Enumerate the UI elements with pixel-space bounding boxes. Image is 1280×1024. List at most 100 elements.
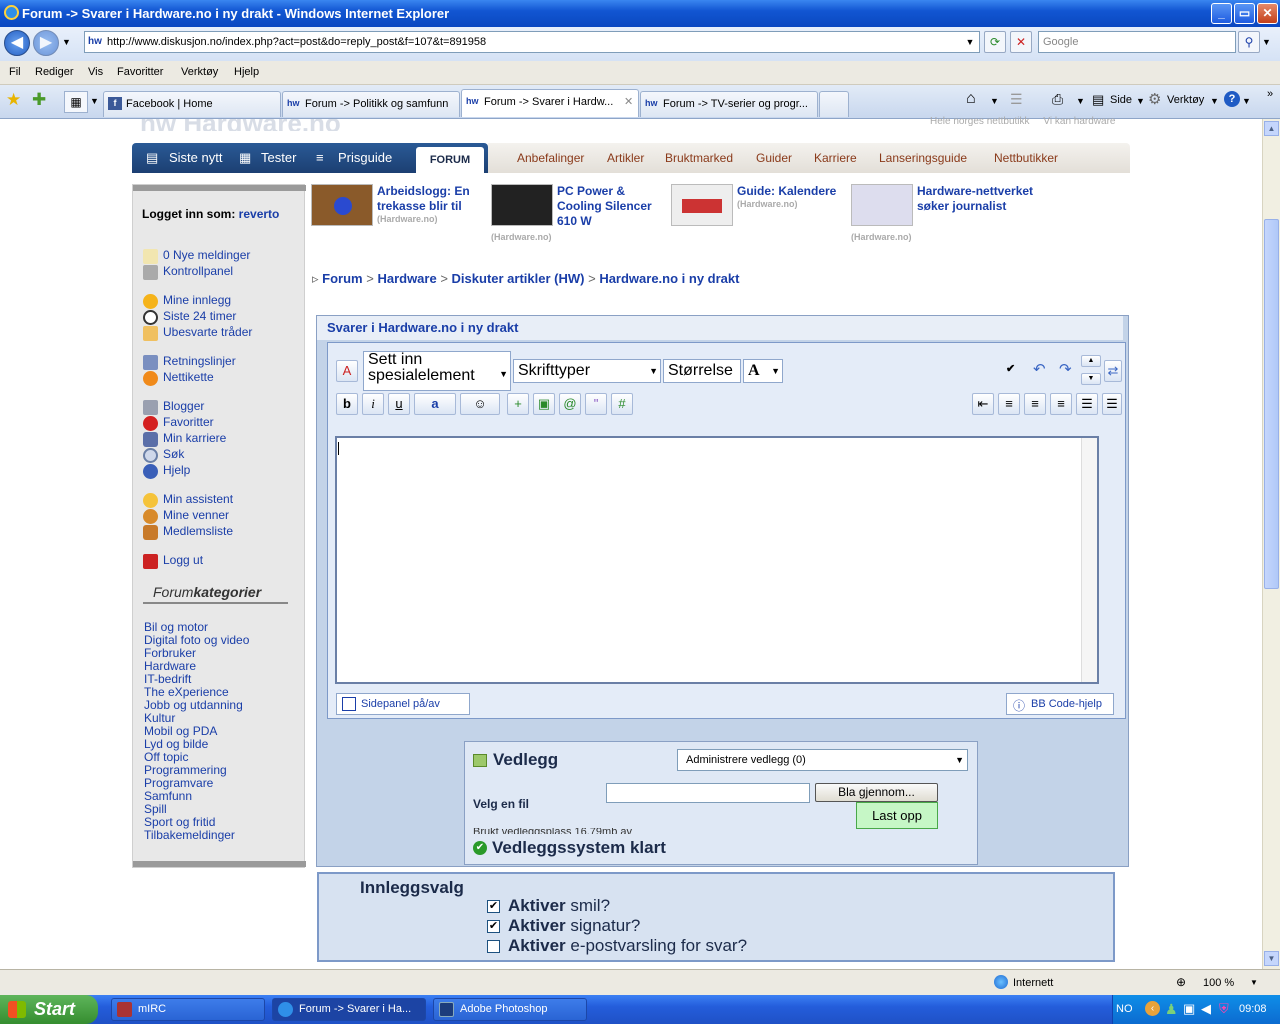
tools-dropdown-icon[interactable]: ▼ <box>1210 96 1219 106</box>
stop-button[interactable]: ✕ <box>1010 31 1032 53</box>
page-dropdown-icon[interactable]: ▼ <box>1136 96 1145 106</box>
message-textarea[interactable] <box>335 436 1099 684</box>
bold-icon[interactable]: b <box>336 393 358 415</box>
enable-signature-checkbox[interactable]: ✔ <box>487 920 500 933</box>
print-dropdown-icon[interactable]: ▼ <box>1076 96 1085 106</box>
category-link[interactable]: Samfunn <box>144 789 192 803</box>
size-select[interactable]: Størrelse <box>663 359 741 383</box>
news-thumbnail[interactable] <box>491 184 553 226</box>
quick-tabs-icon[interactable]: ▦ <box>64 91 88 113</box>
category-link[interactable]: Sport og fritid <box>144 815 215 829</box>
category-link[interactable]: Off topic <box>144 750 188 764</box>
toggle-mode-icon[interactable]: ⇄ <box>1104 360 1122 382</box>
quote-icon[interactable]: " <box>585 393 607 415</box>
spellcheck-icon[interactable]: ✔ <box>1006 362 1015 375</box>
nav-forum-active[interactable]: FORUM <box>416 147 484 173</box>
nav-artikler[interactable]: Artikler <box>607 151 644 165</box>
network-icon[interactable]: ▣ <box>1183 1001 1195 1017</box>
special-element-select[interactable]: Sett inn spesialelement ▼ <box>363 351 511 391</box>
menu-view[interactable]: Vis <box>88 66 103 78</box>
breadcrumb-thread[interactable]: Hardware.no i ny drakt <box>599 271 739 286</box>
nav-nettbutikker[interactable]: Nettbutikker <box>994 151 1058 165</box>
search-options-icon[interactable]: ▼ <box>1262 37 1271 47</box>
refresh-button[interactable]: ⟳ <box>984 31 1006 53</box>
page-menu[interactable]: Side <box>1110 94 1132 106</box>
category-link[interactable]: The eXperience <box>144 685 229 699</box>
scroll-down-icon[interactable]: ▼ <box>1264 951 1279 966</box>
category-link[interactable]: Lyd og bilde <box>144 737 208 751</box>
nav-prisguide[interactable]: Prisguide <box>338 150 392 165</box>
browse-button[interactable]: Bla gjennom... <box>815 783 938 802</box>
category-link[interactable]: Forbruker <box>144 646 196 660</box>
new-tab-button[interactable] <box>819 91 849 117</box>
add-favorite-icon[interactable]: ✚ <box>32 90 46 110</box>
menu-file[interactable]: Fil <box>9 66 21 78</box>
sidebar-netiquette[interactable]: Nettikette <box>163 370 214 384</box>
sidebar-assistant[interactable]: Min assistent <box>163 492 233 506</box>
nav-lanseringsguide[interactable]: Lanseringsguide <box>879 151 967 165</box>
volume-icon[interactable]: ◀ <box>1201 1001 1211 1017</box>
bullet-list-icon[interactable]: ☰ <box>1102 393 1122 415</box>
task-photoshop[interactable]: Adobe Photoshop <box>433 998 587 1021</box>
align-right-icon[interactable]: ≡ <box>1050 393 1072 415</box>
align-left-icon[interactable]: ≡ <box>998 393 1020 415</box>
manage-attachments-select[interactable]: Administrere vedlegg (0) ▼ <box>677 749 968 771</box>
address-bar[interactable]: hw http://www.diskusjon.no/index.php?act… <box>84 31 980 53</box>
sidebar-blogs[interactable]: Blogger <box>163 399 204 413</box>
sidebar-favorites[interactable]: Favoritter <box>163 415 214 429</box>
category-link[interactable]: Digital foto og video <box>144 633 249 647</box>
sidebar-my-posts[interactable]: Mine innlegg <box>163 293 231 307</box>
tab-facebook[interactable]: f Facebook | Home <box>103 91 281 117</box>
scroll-thumb[interactable] <box>1264 219 1279 589</box>
security-zone[interactable]: Internett <box>1013 977 1053 989</box>
zoom-level[interactable]: 100 % <box>1203 977 1234 989</box>
vertical-scrollbar[interactable]: ▲ ▼ <box>1262 119 1280 969</box>
news-title-link[interactable]: Arbeidslogg: En trekasse blir til <box>377 184 485 214</box>
text-color-select[interactable]: A ▼ <box>743 359 783 383</box>
more-chevron-icon[interactable]: » <box>1267 88 1273 100</box>
category-link[interactable]: Programvare <box>144 776 213 790</box>
enable-email-notify-checkbox[interactable] <box>487 940 500 953</box>
home-dropdown-icon[interactable]: ▼ <box>990 96 999 106</box>
print-icon[interactable]: ⎙ <box>1052 91 1063 108</box>
back-button[interactable]: ◀ <box>4 30 30 56</box>
news-thumbnail[interactable] <box>311 184 373 226</box>
category-link[interactable]: Spill <box>144 802 167 816</box>
category-link[interactable]: Hardware <box>144 659 196 673</box>
task-mirc[interactable]: mIRC <box>111 998 265 1021</box>
outdent-icon[interactable]: ⇤ <box>972 393 994 415</box>
sidebar-search[interactable]: Søk <box>163 447 184 461</box>
messenger-icon[interactable]: ♟ <box>1165 1001 1178 1018</box>
address-dropdown-icon[interactable]: ▼ <box>962 32 978 52</box>
numbered-list-icon[interactable]: ☰ <box>1076 393 1098 415</box>
sidebar-new-messages[interactable]: 0 Nye meldinger <box>163 248 250 262</box>
breadcrumb-diskuter[interactable]: Diskuter artikler (HW) <box>452 271 585 286</box>
zoom-dropdown-icon[interactable]: ▼ <box>1250 978 1258 987</box>
search-input[interactable]: Google <box>1038 31 1236 53</box>
highlight-icon[interactable]: a <box>414 393 456 415</box>
close-button[interactable]: ✕ <box>1257 3 1278 24</box>
insert-image-icon[interactable]: ▣ <box>533 393 555 415</box>
forward-button[interactable]: ▶ <box>33 30 59 56</box>
underline-icon[interactable]: u <box>388 393 410 415</box>
sidebar-memberlist[interactable]: Medlemsliste <box>163 524 233 538</box>
tab-tv-serier[interactable]: hw Forum -> TV-serier og progr... <box>640 91 818 117</box>
enable-smileys-checkbox[interactable]: ✔ <box>487 900 500 913</box>
task-ie-forum[interactable]: Forum -> Svarer i Ha... <box>272 998 426 1021</box>
start-button[interactable]: Start <box>0 995 98 1024</box>
home-icon[interactable]: ⌂ <box>966 90 976 108</box>
smiley-icon[interactable]: ☺ <box>460 393 500 415</box>
category-link[interactable]: Programmering <box>144 763 227 777</box>
sidebar-friends[interactable]: Mine venner <box>163 508 229 522</box>
maximize-button[interactable]: ▭ <box>1234 3 1255 24</box>
insert-link-icon[interactable]: + <box>507 393 529 415</box>
tab-svarer-active[interactable]: hw Forum -> Svarer i Hardw... ✕ <box>461 89 639 117</box>
news-thumbnail[interactable] <box>851 184 913 226</box>
nav-bruktmarked[interactable]: Bruktmarked <box>665 151 733 165</box>
align-center-icon[interactable]: ≡ <box>1024 393 1046 415</box>
minimize-button[interactable]: _ <box>1211 3 1232 24</box>
menu-help[interactable]: Hjelp <box>234 66 259 78</box>
security-shield-icon[interactable]: ⛨ <box>1219 1001 1229 1017</box>
tab-list-icon[interactable]: ▼ <box>90 96 99 106</box>
tray-expand-icon[interactable]: ‹ <box>1145 1001 1160 1016</box>
